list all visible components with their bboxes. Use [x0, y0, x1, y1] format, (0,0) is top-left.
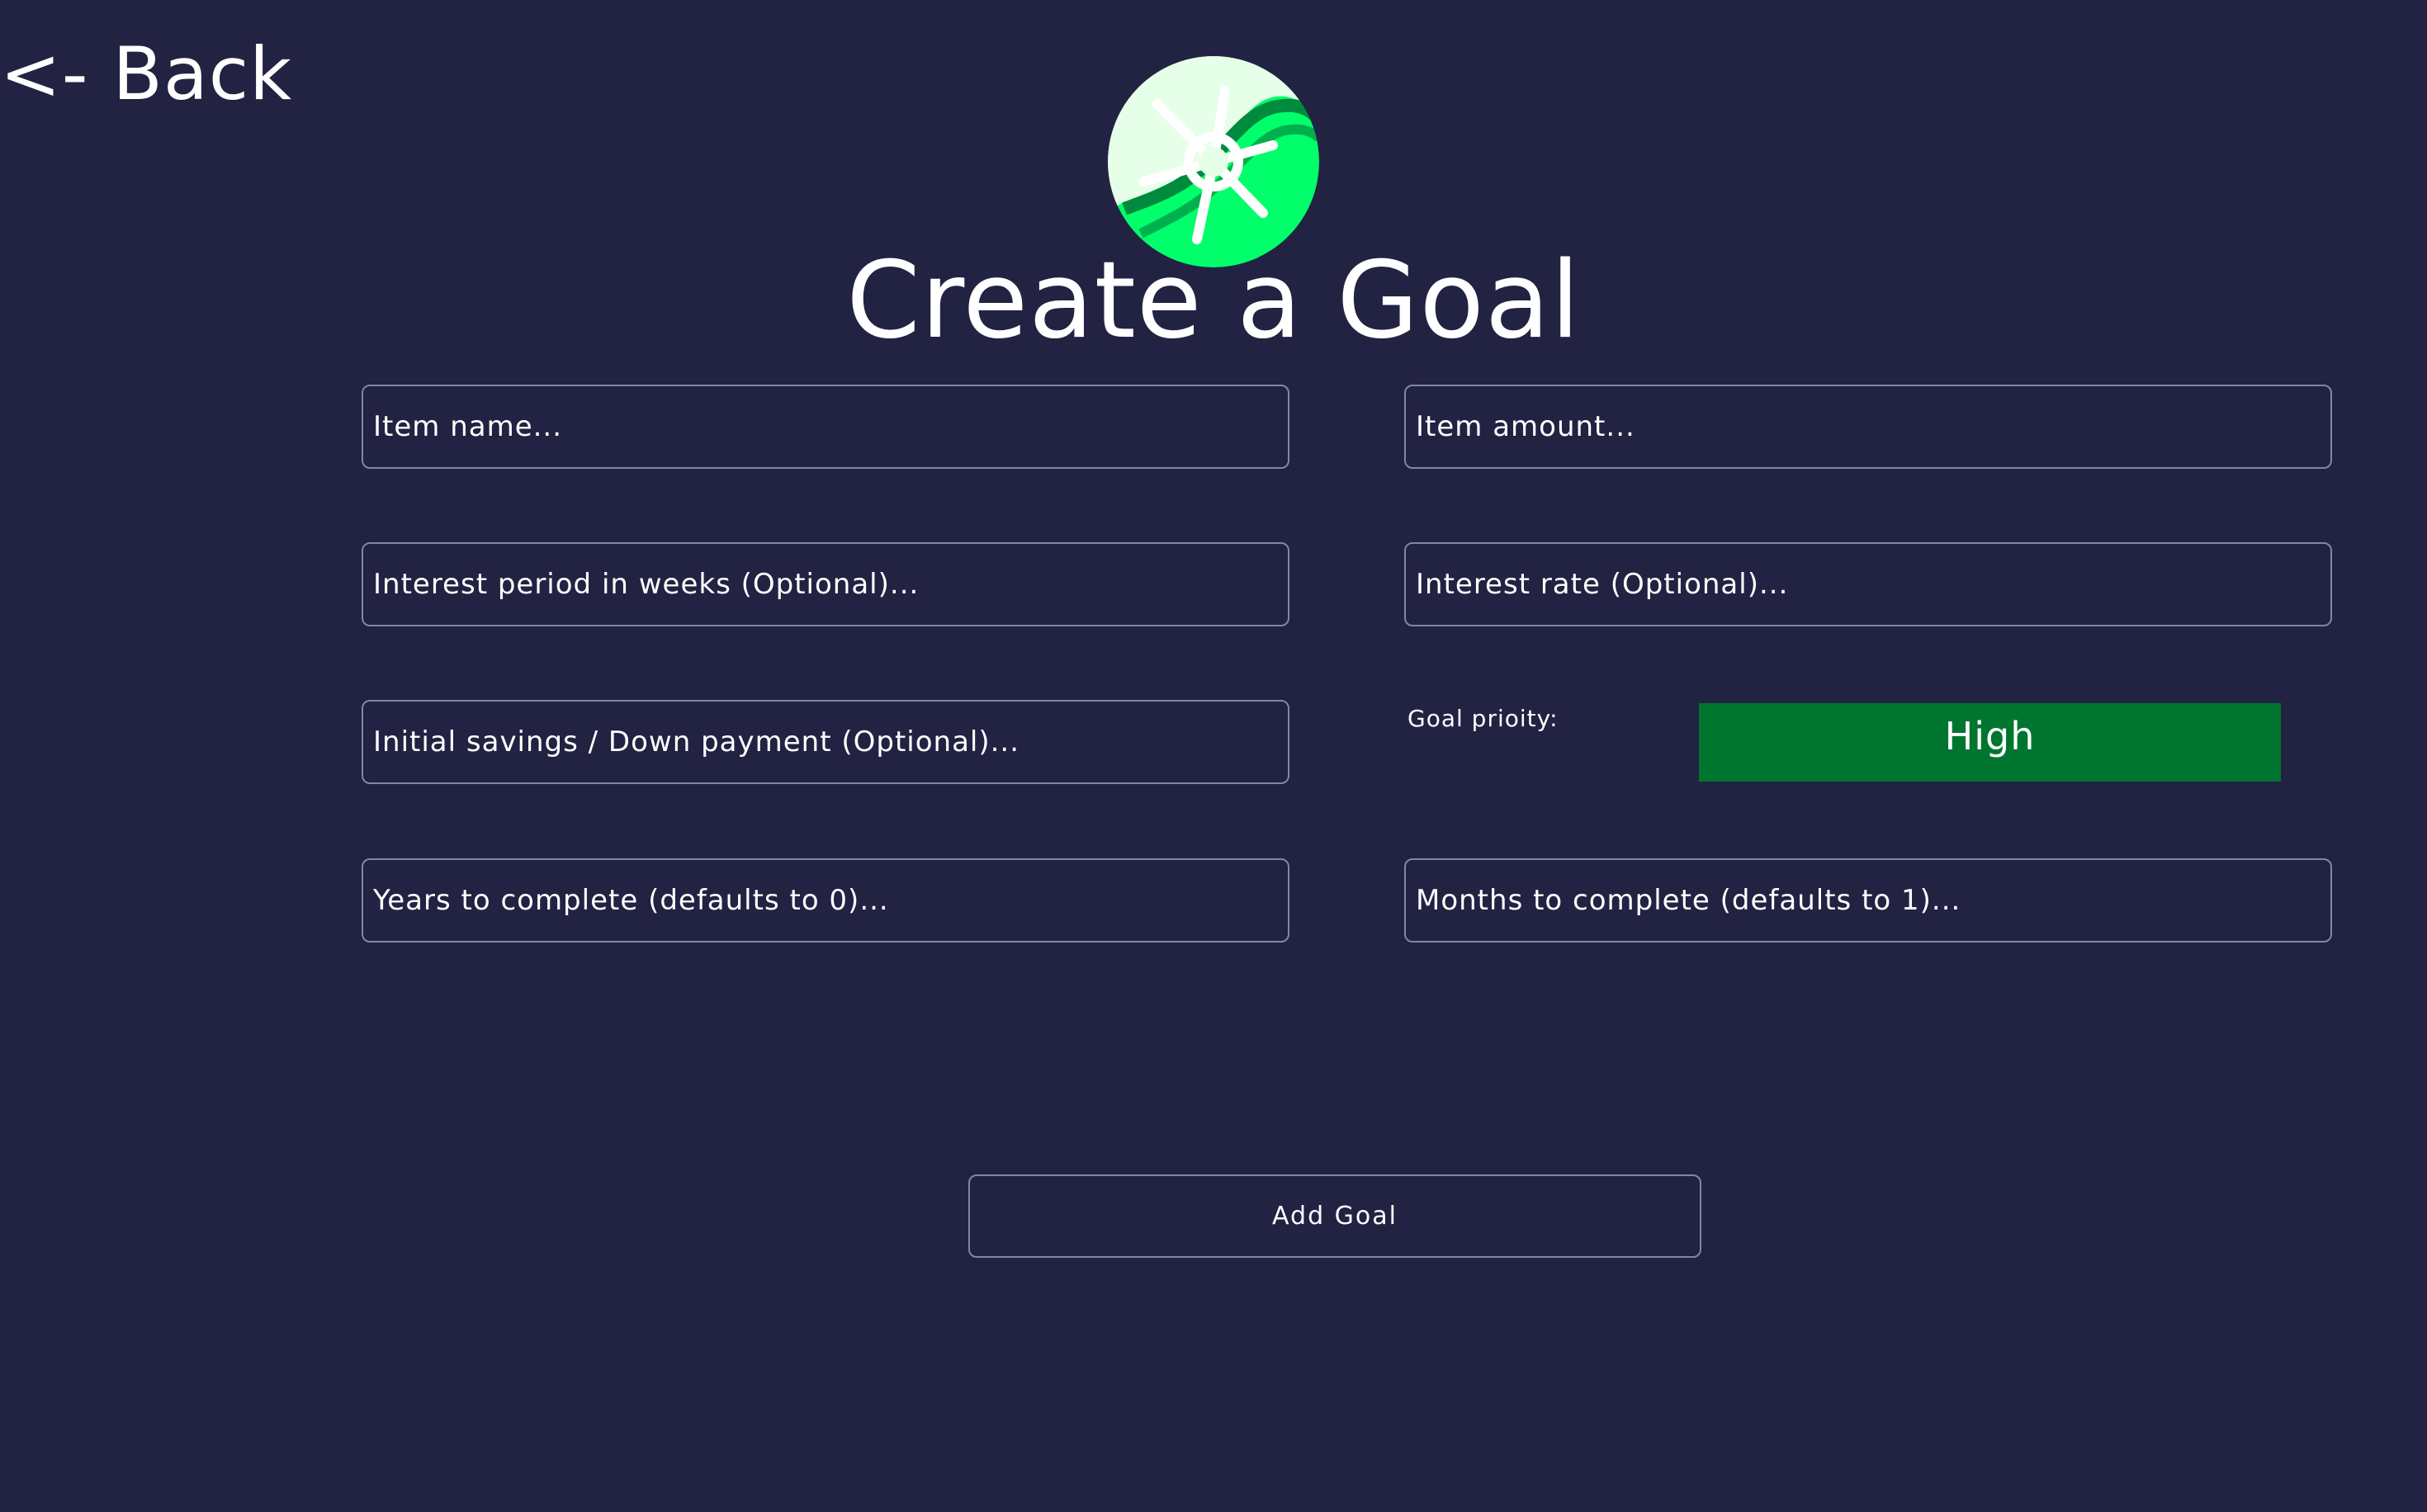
initial-savings-input[interactable]	[362, 700, 1289, 784]
goal-priority-label: Goal prioity:	[1407, 705, 1559, 732]
item-amount-input[interactable]	[1404, 385, 2332, 469]
add-goal-button[interactable]: Add Goal	[968, 1174, 1701, 1258]
years-to-complete-input[interactable]	[362, 858, 1289, 943]
page-title: Create a Goal	[846, 239, 1581, 362]
months-to-complete-input[interactable]	[1404, 858, 2332, 943]
interest-period-input[interactable]	[362, 542, 1289, 626]
ship-wheel-wave-icon	[1108, 56, 1319, 267]
item-name-input[interactable]	[362, 385, 1289, 469]
back-button[interactable]: <- Back	[0, 30, 292, 119]
create-goal-screen: <- Back Create a Goal Goal prioity:	[0, 0, 2427, 1512]
goal-priority-selector[interactable]: High	[1699, 703, 2281, 782]
interest-rate-input[interactable]	[1404, 542, 2332, 626]
